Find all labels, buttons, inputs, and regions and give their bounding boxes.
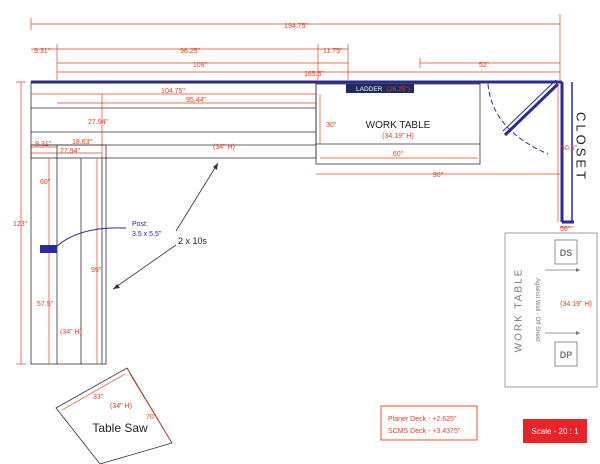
dim-small-9-31: 9.31" (35, 141, 52, 148)
dim-108: 108" (193, 62, 208, 69)
dim-185-5: 185.5" (304, 71, 325, 78)
dim-left-offset: 9.31" (34, 48, 51, 55)
side-height: (34.19" H) (560, 301, 592, 308)
dim-table-saw-33: 33" (93, 394, 104, 401)
left-bench-height: (34" H) (60, 329, 82, 336)
work-table-height: (34.19" H) (382, 133, 414, 140)
top-dimensions: 194.75" 9.31" 96.25" 11.75" 108" 52" 185… (30, 14, 561, 80)
dim-small-27-94: 27.94" (60, 148, 81, 155)
dp-label: DP (560, 350, 573, 360)
post-leader (56, 227, 127, 247)
closet-door (487, 79, 560, 155)
arrow-to-bench (175, 162, 219, 232)
two-by-tens-label: 2 x 10s (178, 236, 208, 246)
closet-label: CLOSET (574, 112, 589, 182)
ladder-value: (26.25") (387, 86, 410, 93)
ds-label: DS (560, 248, 573, 258)
dim-60: 60" (40, 179, 51, 186)
dim-95-44: 95.44" (186, 97, 207, 104)
table-saw-height: (34" H) (110, 403, 132, 410)
dim-90: 90" (433, 172, 444, 179)
dim-closet-56: 56" (560, 226, 571, 233)
dim-57-5: 57.5" (37, 301, 54, 308)
table-saw: 33" 70" (34" H) Table Saw (55, 367, 173, 464)
dim-work-table-30: 30" (326, 122, 337, 129)
scms-deck-note: SCMS Deck - +3.4375" (388, 428, 461, 435)
dim-bench-depth: 27.94" (88, 119, 109, 126)
dim-work-table-60: 60" (393, 151, 404, 158)
deck-notes: Planer Deck - +2.625" SCMS Deck - +3.437… (380, 405, 478, 441)
work-table: WORK TABLE (34.19" H) 30" 60" (315, 83, 481, 165)
dim-123: 123" (13, 221, 28, 228)
scale-label: Scale - 20 : 1 (531, 427, 579, 436)
dim-table-saw-70: 70" (146, 414, 157, 421)
bench-dimensions: 104.75" 95.44" 27.94" 9.31" 18.63" 27.94… (31, 88, 316, 158)
post-size: 3.5 x 5.5" (132, 231, 162, 238)
dim-11-75: 11.75" (323, 48, 343, 55)
side-work-table: WORK TABLE Against Wall - Off Sheet (34.… (504, 232, 598, 388)
table-saw-label: Table Saw (92, 421, 148, 435)
post-marker (40, 245, 57, 253)
dim-52: 52" (479, 62, 490, 69)
shop-floor-plan: 194.75" 9.31" 96.25" 11.75" 108" 52" 185… (13, 14, 598, 464)
side-against-wall: Against Wall - Off Sheet (534, 278, 540, 342)
planer-deck-note: Planer Deck - +2.625" (388, 416, 457, 423)
ladder-label: LADDER (356, 86, 383, 93)
bench-height-label: (34" H) (213, 144, 235, 151)
post-title: Post: (132, 221, 148, 228)
dim-total-width: 194.75" (284, 23, 308, 30)
arrow-to-left-bench (112, 244, 177, 290)
dim-104-75: 104.75" (161, 88, 185, 95)
dim-95: 95" (91, 267, 102, 274)
work-table-title: WORK TABLE (366, 120, 431, 131)
side-work-table-title: WORK TABLE (514, 268, 525, 353)
dim-96-25: 96.25" (180, 48, 201, 55)
